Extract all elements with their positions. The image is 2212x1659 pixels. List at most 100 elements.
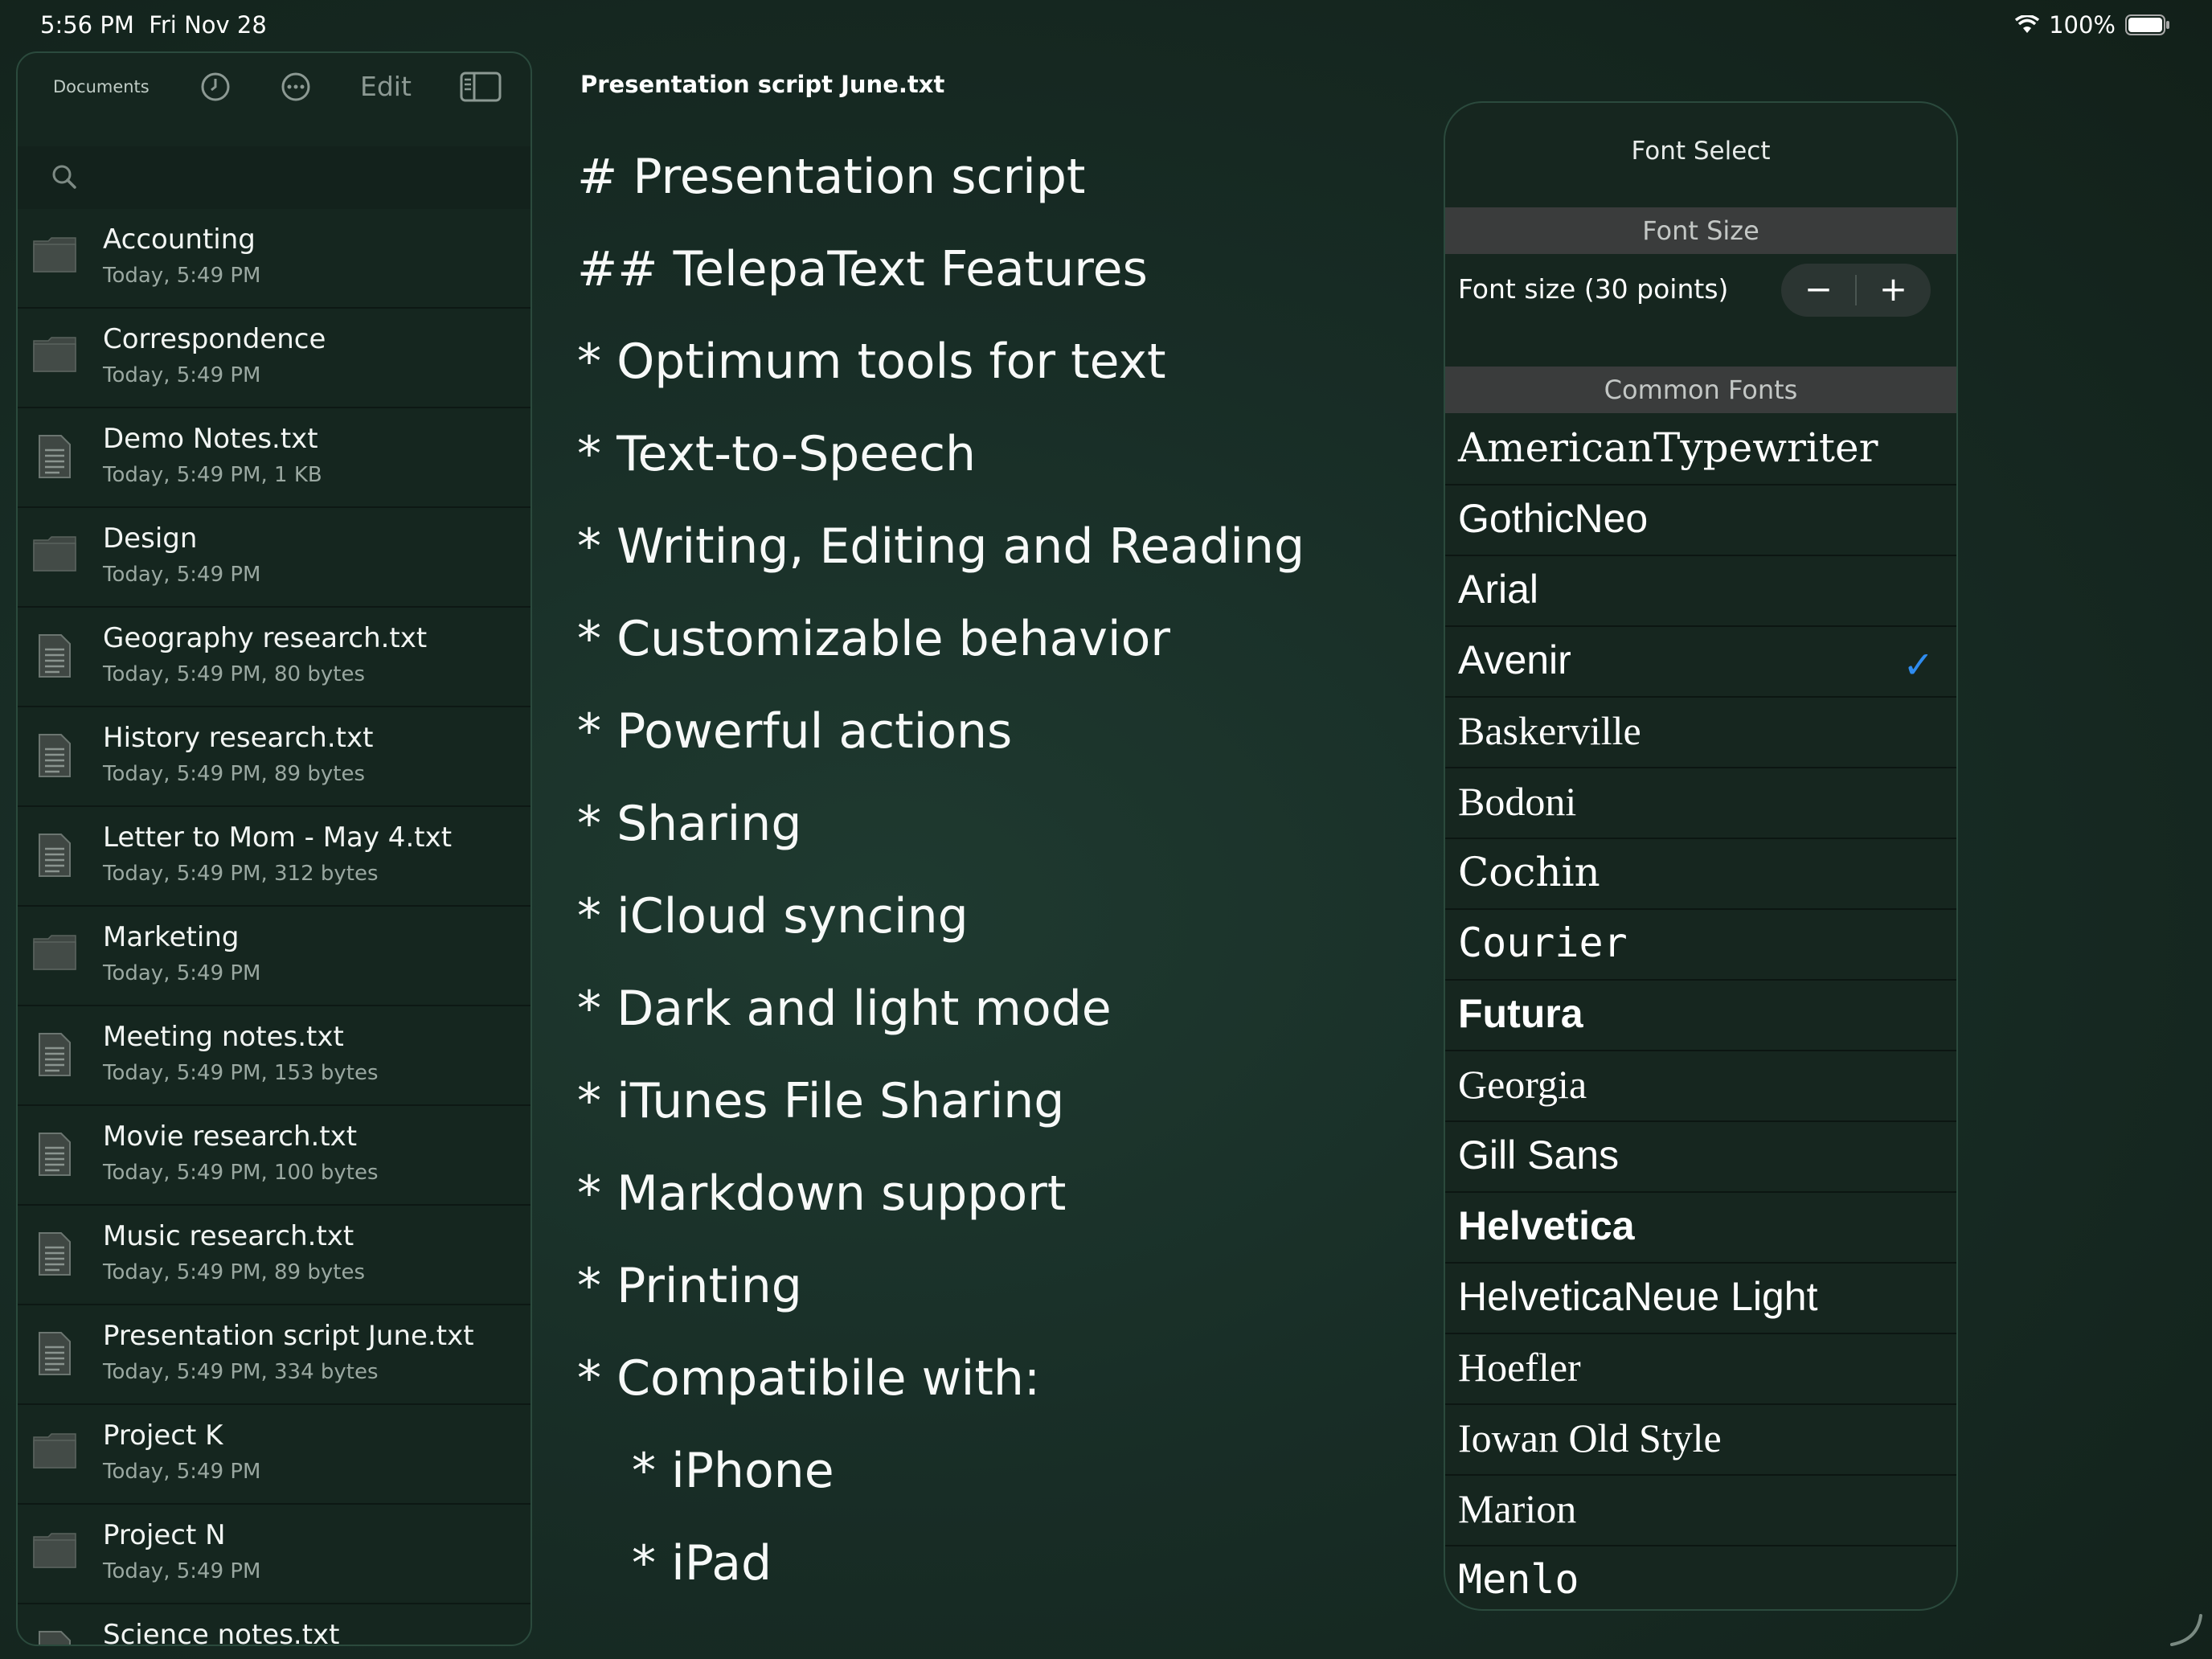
font-option[interactable]: Bodoni — [1445, 768, 1956, 839]
font-option[interactable]: Helvetica — [1445, 1193, 1956, 1264]
font-option[interactable]: Gill Sans — [1445, 1122, 1956, 1193]
font-option-label: AmericanTypewriter — [1458, 424, 1878, 471]
sidebar-toggle-icon[interactable] — [460, 71, 502, 106]
clock-icon[interactable] — [199, 71, 231, 106]
increase-font-size-button[interactable]: + — [1856, 264, 1931, 317]
folder-row[interactable]: Design Today, 5:49 PM — [18, 508, 530, 608]
file-row[interactable]: Demo Notes.txt Today, 5:49 PM, 1 KB — [18, 408, 530, 508]
folder-icon — [32, 236, 77, 276]
font-option[interactable]: GothicNeo — [1445, 485, 1956, 556]
file-row[interactable]: Meeting notes.txt Today, 5:49 PM, 153 byt… — [18, 1006, 530, 1106]
folder-row[interactable]: Correspondence Today, 5:49 PM — [18, 309, 530, 408]
document-icon — [37, 1231, 72, 1280]
battery-percent: 100% — [2049, 11, 2116, 39]
folder-row[interactable]: Project N Today, 5:49 PM — [18, 1505, 530, 1604]
file-row[interactable]: Geography research.txt Today, 5:49 PM, 80… — [18, 608, 530, 707]
font-option[interactable]: Hoefler — [1445, 1334, 1956, 1405]
status-bar: 5:56 PM Fri Nov 28 100% — [0, 0, 2212, 51]
font-option[interactable]: Cochin — [1445, 839, 1956, 910]
folder-row[interactable]: Accounting Today, 5:49 PM — [18, 209, 530, 309]
doc-name: Geography research.txt — [103, 622, 428, 654]
document-icon — [37, 633, 72, 682]
editor-line: * Text-to-Speech — [577, 426, 977, 482]
doc-name: Movie research.txt — [103, 1120, 358, 1153]
folder-icon — [32, 1532, 77, 1572]
font-option-label: GothicNeo — [1458, 496, 1649, 541]
doc-name: Meeting notes.txt — [103, 1021, 344, 1053]
font-option-label: Menlo — [1458, 1556, 1579, 1603]
edit-button[interactable]: Edit — [360, 71, 412, 102]
search-field[interactable] — [18, 146, 530, 209]
file-row[interactable]: Movie research.txt Today, 5:49 PM, 100 by… — [18, 1106, 530, 1206]
font-option[interactable]: Arial — [1445, 556, 1956, 627]
doc-name: Project N — [103, 1519, 226, 1551]
font-option[interactable]: Menlo — [1445, 1546, 1956, 1609]
editor-line: # Presentation script — [577, 149, 1086, 205]
font-option[interactable]: Iowan Old Style — [1445, 1405, 1956, 1476]
folder-row[interactable]: Marketing Today, 5:49 PM — [18, 907, 530, 1006]
common-fonts-header: Common Fonts — [1445, 367, 1956, 413]
font-list: AmericanTypewriter GothicNeo Arial Avenir ✓ B… — [1445, 415, 1956, 1609]
more-icon[interactable] — [280, 71, 312, 106]
file-row[interactable]: Presentation script June.txt Today, 5:49 … — [18, 1305, 530, 1405]
font-size-header: Font Size — [1445, 207, 1956, 254]
document-icon — [37, 434, 72, 482]
doc-name: Correspondence — [103, 323, 326, 355]
file-row[interactable]: Music research.txt Today, 5:49 PM, 89 byt… — [18, 1206, 530, 1305]
doc-name: Presentation script June.txt — [103, 1320, 474, 1352]
doc-name: Accounting — [103, 223, 256, 256]
editor-line: * Printing — [577, 1258, 802, 1314]
font-option[interactable]: AmericanTypewriter — [1445, 415, 1956, 485]
editor-line: * iPhone — [632, 1443, 834, 1499]
font-option-label: Bodoni — [1458, 779, 1577, 824]
editor-line: * Writing, Editing and Reading — [577, 518, 1305, 575]
document-icon — [37, 1630, 72, 1645]
font-option[interactable]: Avenir ✓ — [1445, 627, 1956, 698]
status-time: 5:56 PM Fri Nov 28 — [40, 11, 267, 39]
file-row[interactable]: Science notes.txt — [18, 1604, 530, 1646]
font-option[interactable]: Marion — [1445, 1476, 1956, 1546]
file-row[interactable]: Letter to Mom - May 4.txt Today, 5:49 PM,… — [18, 807, 530, 907]
font-option-label: Iowan Old Style — [1458, 1415, 1722, 1460]
battery-icon — [2125, 14, 2170, 35]
doc-meta: Today, 5:49 PM, 100 bytes — [103, 1161, 379, 1185]
document-icon — [37, 833, 72, 881]
doc-meta: Today, 5:49 PM — [103, 563, 261, 587]
editor-line: * iPad — [632, 1535, 772, 1591]
folder-row[interactable]: Project K Today, 5:49 PM — [18, 1405, 530, 1505]
font-option-label: Georgia — [1458, 1062, 1587, 1107]
doc-name: Science notes.txt — [103, 1619, 340, 1646]
status-right: 100% — [2015, 11, 2170, 39]
doc-meta: Today, 5:49 PM — [103, 1460, 261, 1484]
folder-icon — [32, 535, 77, 576]
document-icon — [37, 1032, 72, 1080]
font-option-label: Courier — [1458, 920, 1628, 966]
doc-meta: Today, 5:49 PM, 1 KB — [103, 463, 322, 487]
documents-title[interactable]: Documents — [53, 77, 150, 96]
sidebar-toolbar: Documents Edit — [18, 53, 530, 122]
editor-line: * Compatibile with: — [577, 1350, 1041, 1407]
document-icon — [37, 1331, 72, 1379]
doc-name: History research.txt — [103, 722, 374, 754]
decrease-font-size-button[interactable]: − — [1781, 264, 1856, 317]
font-option[interactable]: Baskerville — [1445, 698, 1956, 768]
font-option-label: Avenir — [1458, 637, 1571, 682]
status-time-text: 5:56 PM — [40, 11, 134, 39]
font-option[interactable]: Courier — [1445, 910, 1956, 981]
font-option[interactable]: HelveticaNeue Light — [1445, 1264, 1956, 1334]
editor-line: ## TelepaText Features — [577, 241, 1148, 297]
document-icon — [37, 733, 72, 781]
doc-name: Demo Notes.txt — [103, 423, 318, 455]
resize-handle-icon[interactable] — [2165, 1609, 2206, 1653]
document-list: Accounting Today, 5:49 PM Correspondence To… — [18, 209, 530, 1646]
editor-line: * Markdown support — [577, 1165, 1067, 1222]
font-option-label: Hoefler — [1458, 1345, 1581, 1390]
font-option[interactable]: Futura — [1445, 981, 1956, 1051]
file-row[interactable]: History research.txt Today, 5:49 PM, 89 b… — [18, 707, 530, 807]
editor-line: * iTunes File Sharing — [577, 1073, 1065, 1129]
font-option[interactable]: Georgia — [1445, 1051, 1956, 1122]
doc-name: Marketing — [103, 921, 240, 953]
font-option-label: Futura — [1458, 991, 1583, 1036]
doc-name: Project K — [103, 1419, 223, 1452]
editor-line: * Dark and light mode — [577, 981, 1112, 1037]
